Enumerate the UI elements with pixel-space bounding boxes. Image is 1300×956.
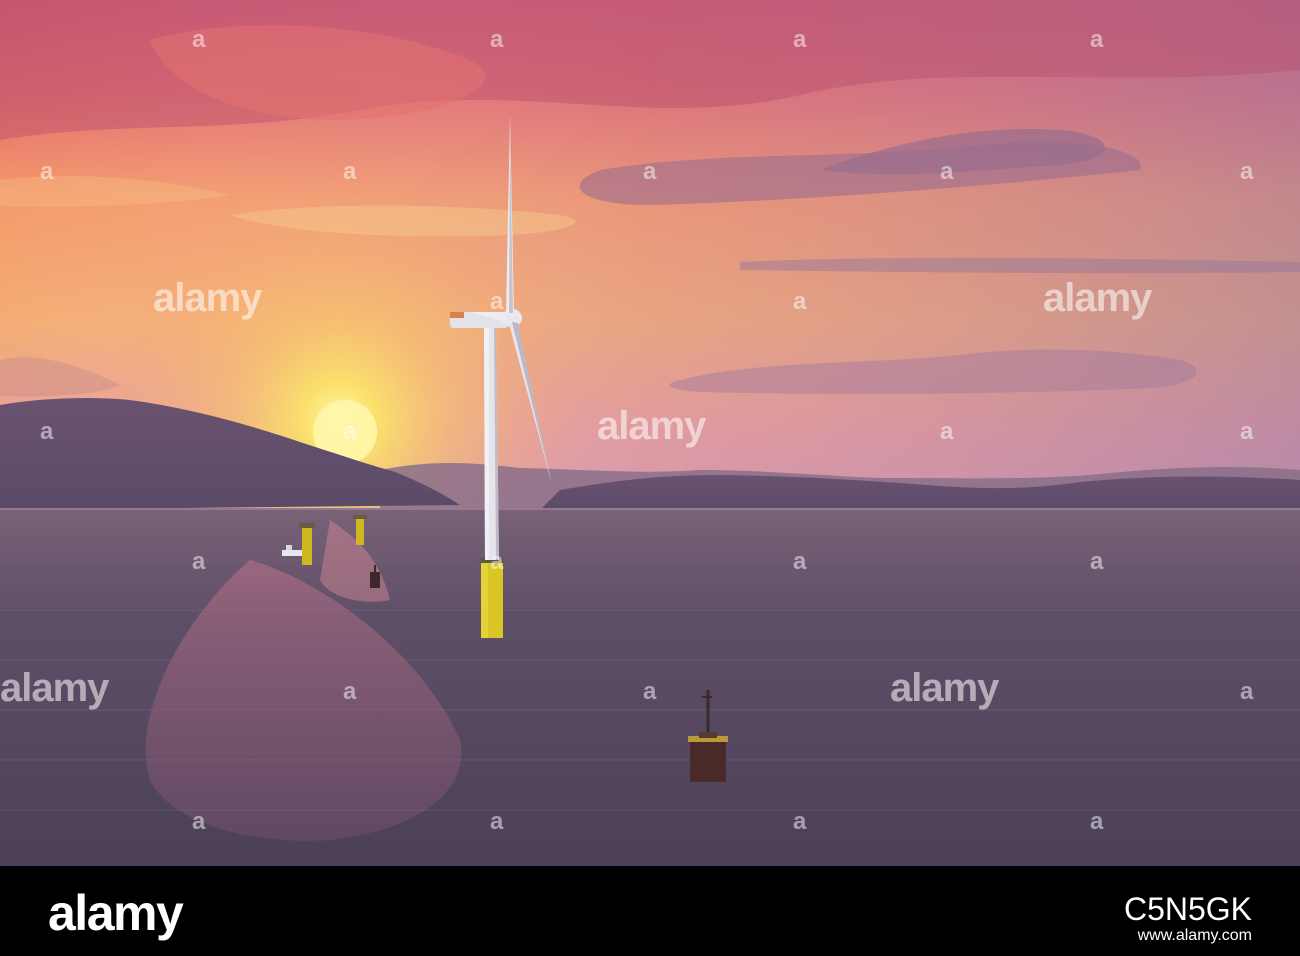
watermark-mark: a (940, 158, 954, 185)
watermark-mark: a (343, 418, 357, 445)
watermark-mark: a (490, 26, 504, 53)
watermark-mark: a (192, 548, 206, 575)
watermark-mark: a (1090, 548, 1104, 575)
watermark-mark: a (343, 158, 357, 185)
watermark-mark: a (793, 26, 807, 53)
watermark-mark: a (192, 26, 206, 53)
watermark-word: alamy (153, 276, 262, 320)
watermark-mark: a (490, 808, 504, 835)
watermark-mark: a (1240, 678, 1254, 705)
watermark-word: alamy (597, 404, 706, 448)
watermark-mark: a (490, 288, 504, 315)
image-id: C5N5GK (1123, 891, 1252, 927)
brand-logo: alamy (48, 885, 184, 941)
watermark-mark: a (793, 548, 807, 575)
watermark-mark: a (1090, 808, 1104, 835)
watermark-mark: a (1240, 418, 1254, 445)
footer-bar: alamy C5N5GK www.alamy.com (0, 866, 1300, 956)
watermark-mark: a (643, 678, 657, 705)
site-url: www.alamy.com (1137, 927, 1252, 944)
watermark-mark: a (490, 548, 504, 575)
watermark-word: alamy (890, 666, 999, 710)
watermark-mark: a (793, 808, 807, 835)
watermark-mark: a (343, 678, 357, 705)
watermark-mark: a (192, 808, 206, 835)
watermark-word: alamy (1043, 276, 1152, 320)
watermark-mark: a (1240, 158, 1254, 185)
stock-photo: alamy alamy alamy alamy alamy a a a a a … (0, 0, 1300, 956)
watermark-mark: a (1090, 26, 1104, 53)
watermark-mark: a (940, 418, 954, 445)
watermark-mark: a (643, 158, 657, 185)
watermark-mark: a (40, 418, 54, 445)
watermark-mark: a (793, 288, 807, 315)
watermark-mark: a (40, 158, 54, 185)
watermark-word: alamy (0, 666, 109, 710)
